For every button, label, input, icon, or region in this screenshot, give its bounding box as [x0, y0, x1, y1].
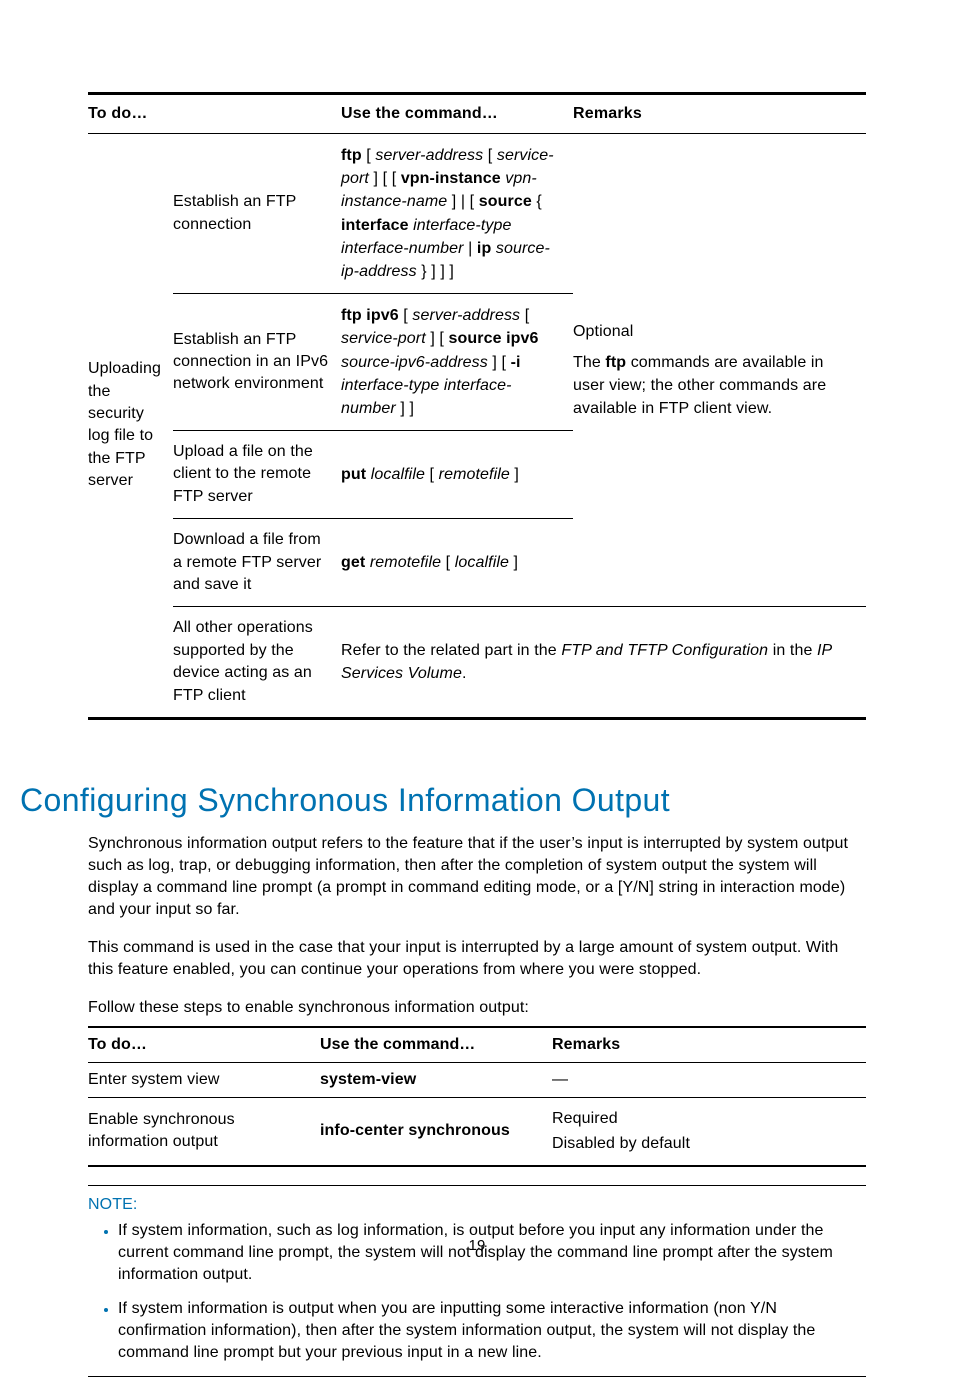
row-action: Download a file from a remote FTP server…	[173, 519, 341, 607]
th-todo: To do…	[88, 1027, 320, 1063]
row-command: get remotefile [ localfile ]	[341, 519, 573, 607]
row-command: Refer to the related part in the FTP and…	[341, 607, 866, 719]
row-action: All other operations supported by the de…	[173, 607, 341, 719]
row-command: put localfile [ remotefile ]	[341, 431, 573, 519]
th-todo: To do…	[88, 94, 341, 134]
row-action: Establish an FTP connection	[173, 134, 341, 294]
body-paragraph: This command is used in the case that yo…	[88, 937, 866, 981]
section-heading: Configuring Synchronous Information Outp…	[20, 782, 866, 819]
sync-output-table: To do… Use the command… Remarks Enter sy…	[88, 1026, 866, 1167]
note-box: NOTE: If system information, such as log…	[88, 1185, 866, 1377]
row-remarks: OptionalThe ftp commands are available i…	[573, 134, 866, 607]
body-paragraph: Synchronous information output refers to…	[88, 833, 866, 921]
row-command: info-center synchronous	[320, 1097, 552, 1166]
th-remarks: Remarks	[552, 1027, 866, 1063]
page-number: 19	[0, 1237, 954, 1254]
row-todo: Enable synchronous information output	[88, 1097, 320, 1166]
note-label: NOTE:	[88, 1196, 866, 1214]
th-cmd: Use the command…	[341, 94, 573, 134]
note-rule-top	[88, 1185, 866, 1186]
note-item: If system information is output when you…	[118, 1298, 866, 1364]
row-command: ftp [ server-address [ service-port ] [ …	[341, 134, 573, 294]
row-remarks: RequiredDisabled by default	[552, 1097, 866, 1166]
row-action: Upload a file on the client to the remot…	[173, 431, 341, 519]
body-paragraph: Follow these steps to enable synchronous…	[88, 997, 866, 1019]
row-remarks: —	[552, 1062, 866, 1097]
row-command: ftp ipv6 [ server-address [ service-port…	[341, 294, 573, 431]
row-group-label: Uploading the security log file to the F…	[88, 134, 173, 719]
th-remarks: Remarks	[573, 94, 866, 134]
row-command: system-view	[320, 1062, 552, 1097]
th-cmd: Use the command…	[320, 1027, 552, 1063]
ftp-commands-table: To do… Use the command… Remarks Uploadin…	[88, 92, 866, 720]
row-action: Establish an FTP connection in an IPv6 n…	[173, 294, 341, 431]
row-todo: Enter system view	[88, 1062, 320, 1097]
